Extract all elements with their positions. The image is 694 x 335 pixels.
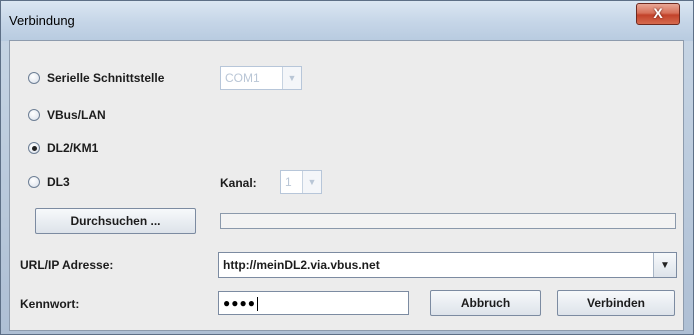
radio-dl3-label: DL3 <box>47 175 70 189</box>
cancel-button[interactable]: Abbruch <box>430 290 541 316</box>
kanal-select: 1 ▼ <box>280 170 322 194</box>
close-icon: X <box>653 5 663 21</box>
url-label: URL/IP Adresse: <box>20 258 114 272</box>
radio-serial-indicator[interactable] <box>28 72 40 84</box>
password-masked-value: ●●●● <box>223 296 256 310</box>
chevron-down-icon[interactable]: ▼ <box>653 253 676 277</box>
progress-bar <box>220 213 676 229</box>
radio-dl3-indicator[interactable] <box>28 176 40 188</box>
title-bar: Verbindung X <box>1 1 693 41</box>
radio-serial-label: Serielle Schnittstelle <box>47 71 165 85</box>
serial-port-value: COM1 <box>225 71 260 85</box>
password-field[interactable]: ●●●● <box>218 291 409 315</box>
radio-dl2-label: DL2/KM1 <box>47 141 99 155</box>
browse-button[interactable]: Durchsuchen ... <box>35 208 196 234</box>
serial-port-select: COM1 ▼ <box>220 66 302 90</box>
radio-vbus-indicator[interactable] <box>28 109 40 121</box>
url-input[interactable]: http://meinDL2.via.vbus.net <box>219 253 653 277</box>
connect-button[interactable]: Verbinden <box>557 290 675 316</box>
close-button[interactable]: X <box>636 3 680 25</box>
url-combobox[interactable]: http://meinDL2.via.vbus.net ▼ <box>218 252 677 278</box>
chevron-down-icon: ▼ <box>302 171 321 193</box>
kanal-value: 1 <box>285 175 292 189</box>
radio-vbus-label: VBus/LAN <box>47 108 106 122</box>
radio-dl3[interactable]: DL3 <box>28 172 70 192</box>
radio-dl2-indicator[interactable] <box>28 142 40 154</box>
text-caret <box>257 296 258 311</box>
radio-dl2[interactable]: DL2/KM1 <box>28 138 98 158</box>
window-title: Verbindung <box>9 13 75 28</box>
kanal-label: Kanal: <box>220 176 257 190</box>
radio-serial[interactable]: Serielle Schnittstelle <box>28 68 164 88</box>
radio-vbus[interactable]: VBus/LAN <box>28 105 106 125</box>
password-label: Kennwort: <box>20 297 80 311</box>
chevron-down-icon: ▼ <box>282 67 301 89</box>
